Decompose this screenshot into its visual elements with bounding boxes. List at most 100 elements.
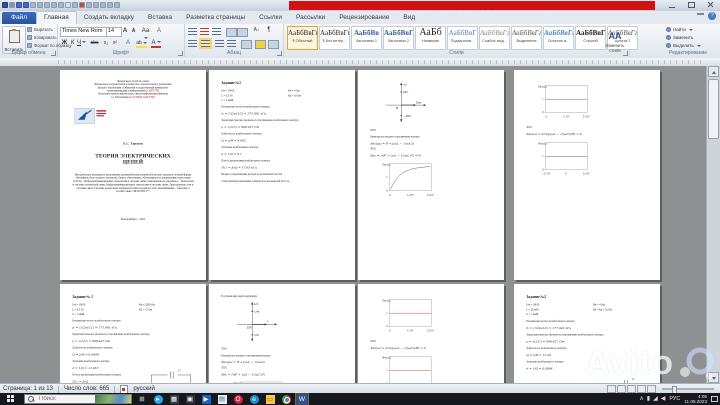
- style-item[interactable]: АаБбВвГгД ¶ Без интер...: [319, 26, 350, 50]
- multilevel-list-button[interactable]: [212, 28, 221, 35]
- decrease-indent-button[interactable]: [226, 28, 237, 37]
- picture-icon[interactable]: [100, 2, 106, 8]
- style-item[interactable]: АаБбВвГ Подзаголов...: [447, 26, 478, 50]
- cut-button[interactable]: Вырезать: [27, 27, 53, 32]
- change-styles-button[interactable]: АА Изменить стили: [603, 26, 627, 50]
- replace-button[interactable]: Заменить: [666, 35, 693, 40]
- scroll-up-icon[interactable]: [708, 66, 719, 77]
- maximize-button[interactable]: [685, 1, 698, 9]
- font-color-button[interactable]: А: [151, 39, 161, 47]
- highlight-button[interactable]: ab: [136, 39, 147, 47]
- edge-icon[interactable]: e: [248, 393, 260, 405]
- justify-button[interactable]: [227, 40, 236, 47]
- superscript-button[interactable]: x²: [111, 39, 119, 47]
- numbering-button[interactable]: [200, 28, 209, 35]
- document-page-1[interactable]: Федеральное агентство связиФедеральное г…: [60, 70, 206, 280]
- table-icon[interactable]: [65, 2, 71, 8]
- shading-button[interactable]: [255, 40, 266, 49]
- minimize-button[interactable]: [666, 1, 679, 9]
- redo-icon[interactable]: [23, 2, 29, 8]
- eraser-icon[interactable]: [86, 2, 92, 8]
- ribbon-tab[interactable]: Создать вкладку: [77, 12, 141, 24]
- ribbon-tab[interactable]: Вид: [396, 12, 422, 24]
- select-button[interactable]: Выделить: [666, 43, 701, 48]
- explorer-icon[interactable]: ▭: [264, 393, 276, 405]
- style-item[interactable]: АаБбВв Заголовок 1: [351, 26, 382, 50]
- chart-icon[interactable]: [107, 2, 113, 8]
- word-count-status[interactable]: Число слов: 665: [64, 386, 109, 392]
- outline-button[interactable]: [637, 385, 646, 393]
- align-right-button[interactable]: [215, 40, 224, 47]
- increase-indent-button[interactable]: [237, 28, 248, 37]
- help-icon[interactable]: ?: [708, 12, 716, 20]
- draw-table-icon[interactable]: [72, 2, 78, 8]
- align-left-button[interactable]: [188, 40, 197, 47]
- dialog-launcher-icon[interactable]: [178, 51, 183, 56]
- font-size-select[interactable]: 14: [106, 27, 122, 37]
- text-effects-button[interactable]: А: [124, 39, 132, 47]
- undo-icon[interactable]: [16, 2, 22, 8]
- telegram-icon[interactable]: ▸: [152, 393, 164, 405]
- hyperlink-icon[interactable]: [93, 2, 99, 8]
- zoom-slider[interactable]: [662, 388, 714, 390]
- scroll-down-icon[interactable]: [708, 372, 719, 383]
- document-page-5[interactable]: Задание № 1Uм = 100 ВRн = 2200 ОмL = 0,5…: [60, 284, 206, 383]
- ribbon-tab[interactable]: Главная: [36, 11, 77, 24]
- grow-font-button[interactable]: А: [121, 27, 129, 35]
- ribbon-tab[interactable]: Вставка: [141, 12, 179, 24]
- draft-button[interactable]: [647, 385, 656, 393]
- envelope-icon[interactable]: [114, 2, 120, 8]
- change-case-button[interactable]: Аа: [140, 27, 151, 35]
- network-icon[interactable]: ◢: [653, 393, 658, 405]
- dialog-launcher-icon[interactable]: [51, 51, 56, 56]
- style-item[interactable]: АаБбВвГгД Сильное в...: [543, 26, 574, 50]
- collapse-ribbon-icon[interactable]: [697, 13, 704, 20]
- style-item[interactable]: АаБб Название: [415, 26, 446, 50]
- action-center-icon[interactable]: [711, 396, 718, 402]
- font-color-icon[interactable]: [79, 2, 85, 8]
- copy-button[interactable]: Копировать: [27, 35, 57, 40]
- print-layout-button[interactable]: [607, 385, 616, 393]
- search-daily-image[interactable]: [95, 394, 131, 404]
- notepad-icon[interactable]: ▤: [216, 393, 228, 405]
- document-page-6[interactable]: Построим векторную диаграмму: ULUм URIUC…: [209, 284, 355, 383]
- document-page-2[interactable]: Задание №1Uм = 100 ВRн = 4 ОмL = 0,5 ГнR…: [209, 70, 355, 280]
- photos-icon[interactable]: ▣: [184, 393, 196, 405]
- ribbon-tab[interactable]: Рассылки: [289, 12, 332, 24]
- chrome-icon[interactable]: [280, 393, 292, 405]
- sort-button[interactable]: А↓: [251, 26, 262, 34]
- document-page-7[interactable]: Zвх(ω)1001∙10⁵2∙10⁵ ХХХΦвх(ω) = arctg((ω…: [358, 284, 504, 383]
- movies-tv-icon[interactable]: ▶: [200, 393, 212, 405]
- style-item[interactable]: АаБбВвГгД ¶ Обычный: [287, 26, 318, 50]
- ribbon-tab[interactable]: Разметка страницы: [179, 12, 252, 24]
- new-icon[interactable]: [37, 2, 43, 8]
- italic-button[interactable]: К: [69, 39, 76, 47]
- language-indicator[interactable]: РУС: [669, 396, 680, 402]
- start-button[interactable]: [0, 393, 22, 405]
- volume-icon[interactable]: ◀: [661, 393, 666, 405]
- subscript-button[interactable]: x₂: [102, 39, 110, 47]
- dialog-launcher-icon[interactable]: [623, 51, 628, 56]
- scrollbar-thumb[interactable]: [708, 79, 719, 139]
- underline-button[interactable]: Ч: [77, 39, 86, 47]
- strikethrough-button[interactable]: abc: [89, 39, 100, 47]
- clear-formatting-button[interactable]: А: [155, 27, 163, 35]
- web-layout-button[interactable]: [627, 385, 636, 393]
- shrink-font-button[interactable]: А: [130, 27, 137, 35]
- word-icon[interactable]: [2, 2, 8, 8]
- show-marks-button[interactable]: ¶: [265, 26, 273, 34]
- hidden-icons-chevron-icon[interactable]: ∧: [639, 393, 643, 405]
- battery-icon[interactable]: ▮: [647, 393, 650, 405]
- borders-button[interactable]: [268, 40, 279, 49]
- font-name-select[interactable]: Times New Rom: [60, 27, 108, 37]
- close-button[interactable]: [704, 1, 717, 9]
- search-input[interactable]: [37, 395, 95, 403]
- ribbon-tab[interactable]: Рецензирование: [332, 12, 396, 24]
- red-app-icon[interactable]: O: [232, 393, 244, 405]
- page-count-status[interactable]: Страница: 1 из 13: [3, 386, 53, 392]
- print-preview-icon[interactable]: [51, 2, 57, 8]
- clock[interactable]: 4:05 11.05.2023: [684, 394, 707, 404]
- align-center-button[interactable]: [201, 40, 210, 47]
- bullets-button[interactable]: [188, 28, 197, 35]
- full-screen-reading-button[interactable]: [617, 385, 626, 393]
